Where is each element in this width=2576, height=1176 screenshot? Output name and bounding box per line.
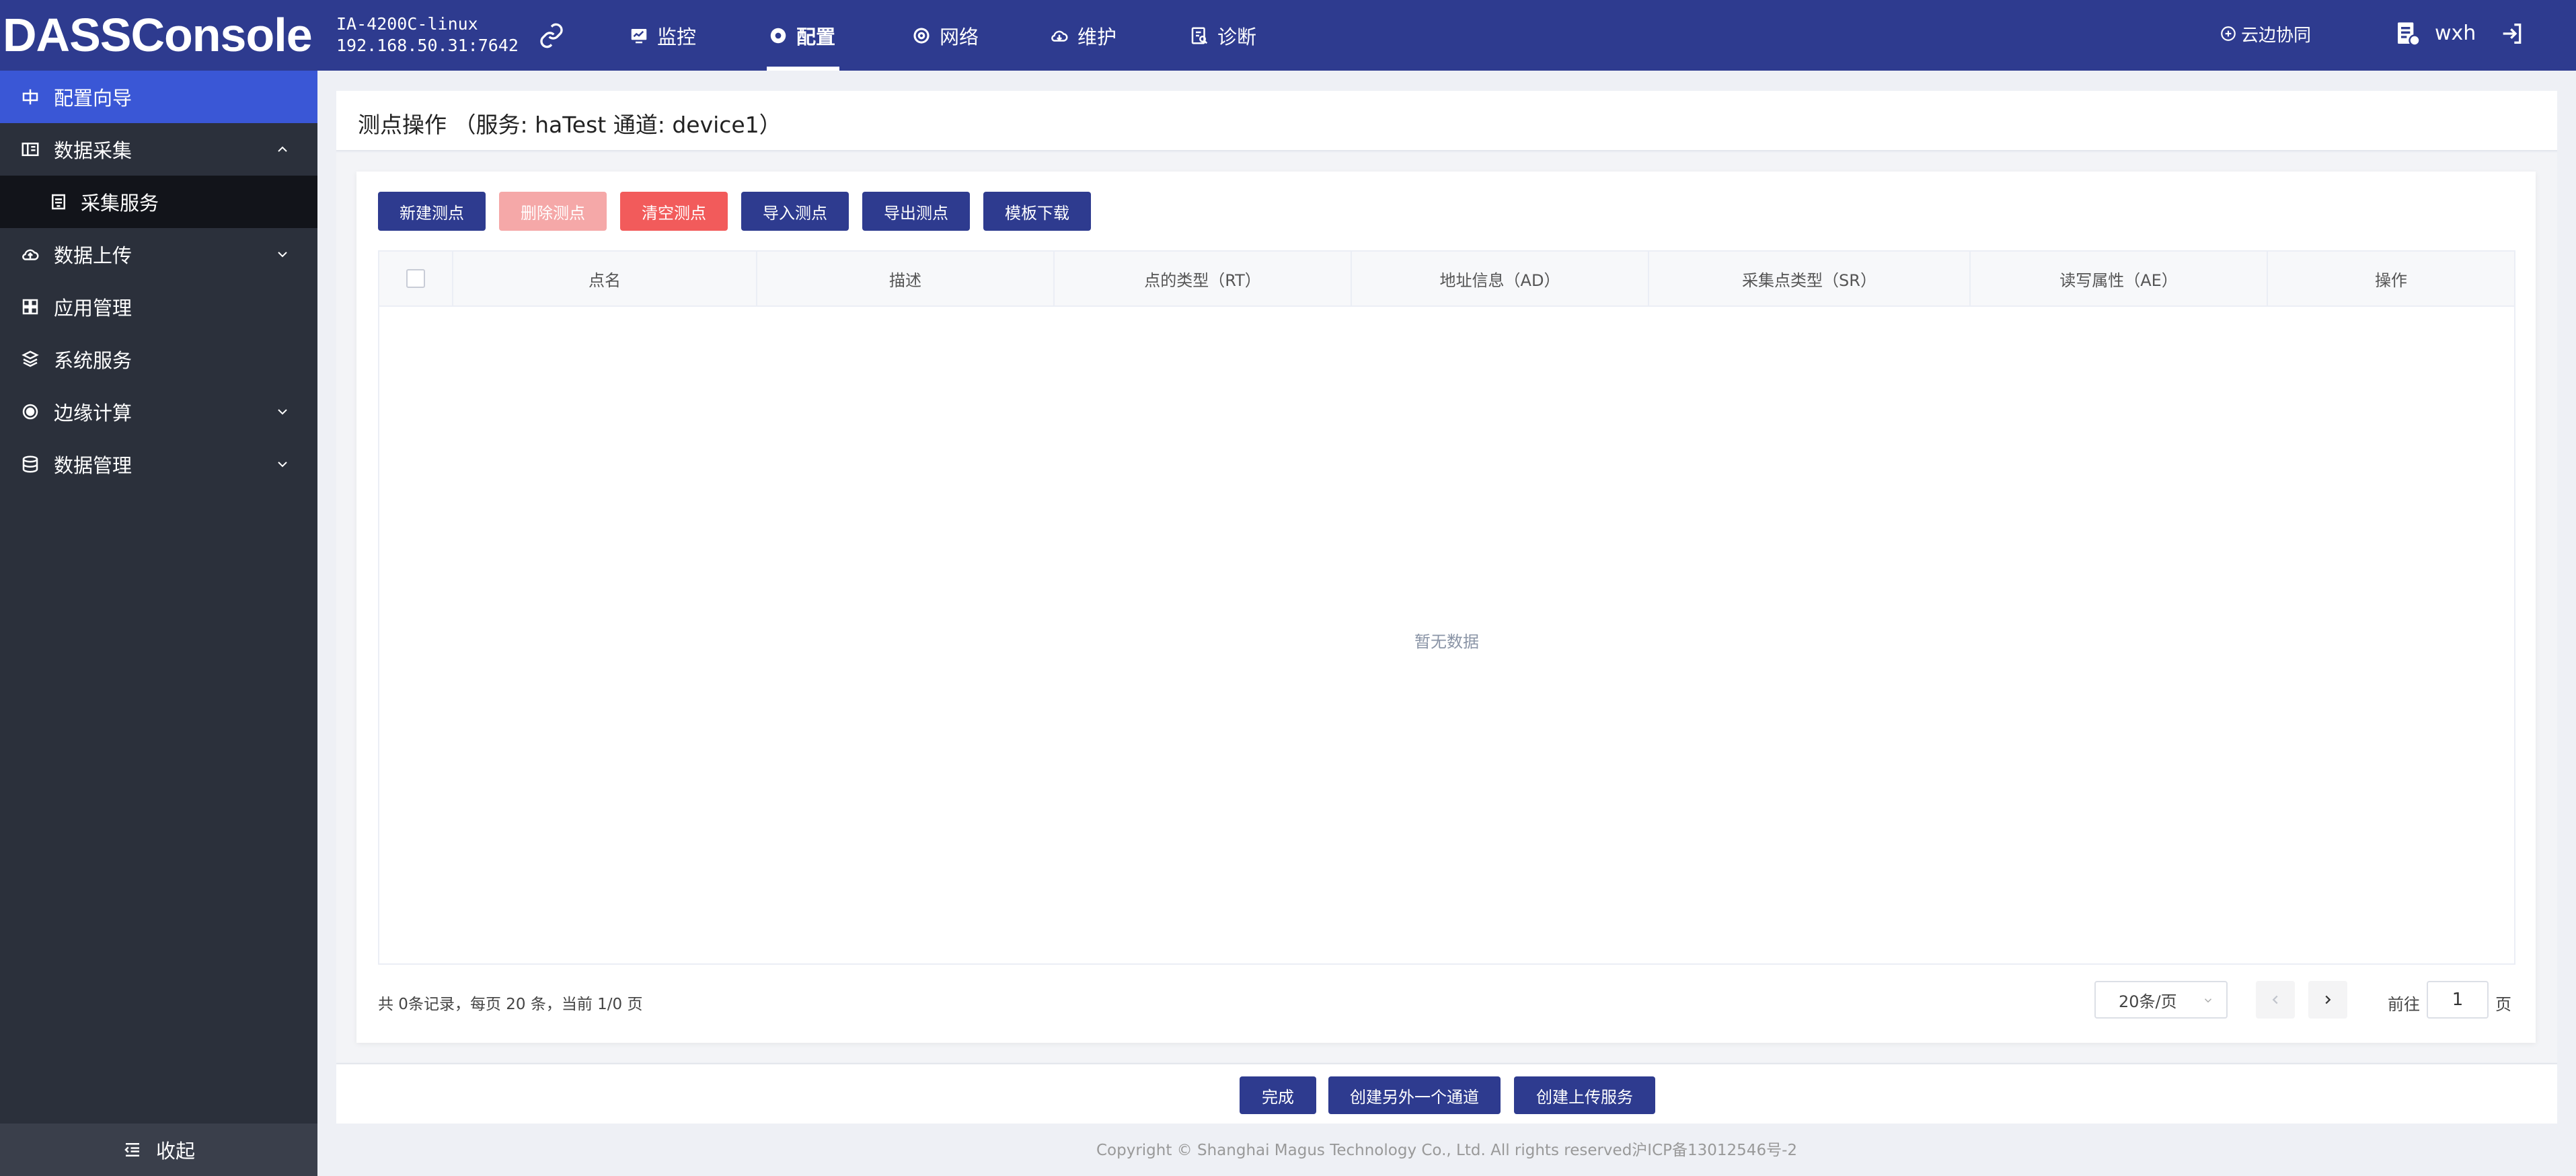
cloud-collab-link[interactable]: 云边协同 — [2220, 20, 2311, 47]
collapse-icon — [124, 1143, 139, 1156]
column-header[interactable]: 点名 — [453, 252, 757, 305]
collapse-label: 收起 — [155, 1140, 195, 1163]
prev-page-button[interactable] — [2256, 981, 2295, 1019]
edge-icon — [22, 404, 38, 420]
copyright: Copyright © Shanghai Magus Technology Co… — [1096, 1142, 1798, 1159]
chevron-right-icon — [2325, 995, 2331, 1004]
nav-label: 维护 — [1077, 25, 1117, 48]
next-page-button[interactable] — [2308, 981, 2347, 1019]
upload-icon — [22, 249, 39, 260]
page-title: 测点操作 （服务: haTest 通道: device1） — [358, 112, 782, 138]
new-point-button[interactable]: 新建测点 — [378, 192, 486, 231]
column-header[interactable]: 描述 — [757, 252, 1055, 305]
system-icon — [22, 351, 39, 367]
sidebar-item-label: 采集服务 — [81, 192, 159, 215]
wizard-icon — [22, 89, 38, 105]
table-header: 点名 描述 点的类型（RT） 地址信息（AD） 采集点类型（SR） 读写属性（A… — [379, 252, 2514, 307]
sidebar-item-label: 应用管理 — [54, 297, 132, 320]
logout-icon[interactable] — [2499, 20, 2526, 47]
create-upload-button[interactable]: 创建上传服务 — [1514, 1076, 1655, 1114]
nav-monitor[interactable]: 监控 — [629, 0, 696, 71]
nav-label: 网络 — [940, 25, 979, 48]
chevron-left-icon — [2272, 995, 2278, 1004]
sidebar-item-upload[interactable]: 数据上传 — [0, 228, 317, 281]
chevron-up-icon — [278, 146, 287, 152]
export-points-button[interactable]: 导出测点 — [862, 192, 970, 231]
column-header[interactable]: 采集点类型（SR） — [1649, 252, 1971, 305]
cloud-icon — [1051, 30, 1068, 42]
sidebar-item-label: 数据采集 — [54, 139, 132, 162]
nav-maintain[interactable]: 维护 — [1049, 0, 1116, 71]
sidebar-item-system[interactable]: 系统服务 — [0, 333, 317, 385]
column-header[interactable]: 地址信息（AD） — [1352, 252, 1649, 305]
page-title-bar: 测点操作 （服务: haTest 通道: device1） — [336, 91, 2557, 151]
template-download-button[interactable]: 模板下载 — [983, 192, 1091, 231]
username[interactable]: wxh — [2435, 20, 2476, 47]
sidebar-item-database[interactable]: 数据管理 — [0, 438, 317, 490]
nav-label: 诊断 — [1217, 25, 1257, 48]
apps-icon — [22, 299, 38, 315]
diagnose-icon — [1191, 27, 1208, 44]
plus-circle-icon — [2221, 26, 2236, 41]
network-icon — [913, 27, 930, 44]
create-channel-button[interactable]: 创建另外一个通道 — [1328, 1076, 1501, 1114]
sidebar: 配置向导 数据采集 采集服务 数据上传 应用管理 系统服务 边缘计算 数据管理 … — [0, 71, 317, 1176]
nav-label: 监控 — [657, 25, 697, 48]
service-icon — [52, 194, 65, 210]
collect-icon — [22, 143, 39, 156]
sidebar-item-label: 配置向导 — [54, 87, 132, 110]
task-list-icon[interactable] — [2394, 20, 2421, 47]
nav-config[interactable]: 配置 — [768, 0, 835, 71]
chevron-down-icon — [2204, 998, 2212, 1003]
device-name: IA-4200C-linux — [336, 14, 478, 34]
sidebar-item-edge[interactable]: 边缘计算 — [0, 385, 317, 438]
nav-network[interactable]: 网络 — [911, 0, 979, 71]
sidebar-item-collect[interactable]: 数据采集 — [0, 123, 317, 176]
finish-button[interactable]: 完成 — [1240, 1076, 1316, 1114]
sidebar-item-wizard[interactable]: 配置向导 — [0, 71, 317, 123]
page-size-value: 20条/页 — [2119, 992, 2177, 1011]
pagination-summary: 共 0条记录，每页 20 条，当前 1/0 页 — [378, 996, 643, 1013]
device-ip: 192.168.50.31:7642 — [336, 36, 519, 55]
column-header[interactable]: 读写属性（AE） — [1971, 252, 2268, 305]
app-logo: DASSConsole — [3, 9, 313, 61]
nav-diagnose[interactable]: 诊断 — [1189, 0, 1256, 71]
page-suffix: 页 — [2495, 995, 2511, 1014]
select-all-cell — [379, 252, 453, 305]
database-icon — [22, 455, 38, 473]
link-icon[interactable] — [538, 22, 565, 49]
column-header[interactable]: 点的类型（RT） — [1055, 252, 1352, 305]
sidebar-item-label: 边缘计算 — [54, 402, 132, 425]
sidebar-item-collect-service[interactable]: 采集服务 — [0, 176, 317, 228]
sidebar-collapse-button[interactable]: 收起 — [0, 1124, 317, 1176]
chevron-down-icon — [278, 409, 287, 415]
import-points-button[interactable]: 导入测点 — [741, 192, 849, 231]
device-info: IA-4200C-linux 192.168.50.31:7642 — [336, 13, 519, 57]
nav-active-indicator — [767, 67, 839, 71]
sidebar-item-apps[interactable]: 应用管理 — [0, 281, 317, 333]
points-table: 点名 描述 点的类型（RT） 地址信息（AD） 采集点类型（SR） 读写属性（A… — [378, 250, 2515, 965]
top-header: DASSConsole IA-4200C-linux 192.168.50.31… — [0, 0, 2576, 71]
column-header: 操作 — [2375, 270, 2407, 290]
chevron-down-icon — [278, 462, 287, 468]
sidebar-item-label: 数据管理 — [54, 454, 132, 477]
nav-label: 配置 — [796, 25, 836, 48]
sidebar-item-label: 系统服务 — [54, 349, 132, 372]
delete-point-button[interactable]: 删除测点 — [499, 192, 607, 231]
sidebar-item-label: 数据上传 — [54, 244, 132, 267]
goto-page-input[interactable] — [2427, 981, 2489, 1019]
goto-label: 前往 — [2388, 995, 2420, 1014]
gear-icon — [770, 28, 786, 43]
table-empty-text: 暂无数据 — [1414, 632, 1479, 651]
monitor-icon — [631, 28, 647, 43]
select-all-checkbox[interactable] — [406, 269, 425, 288]
clear-points-button[interactable]: 清空测点 — [620, 192, 728, 231]
cloud-collab-label: 云边协同 — [2241, 25, 2312, 46]
page-size-select[interactable]: 20条/页 — [2094, 981, 2228, 1019]
chevron-down-icon — [278, 252, 287, 258]
